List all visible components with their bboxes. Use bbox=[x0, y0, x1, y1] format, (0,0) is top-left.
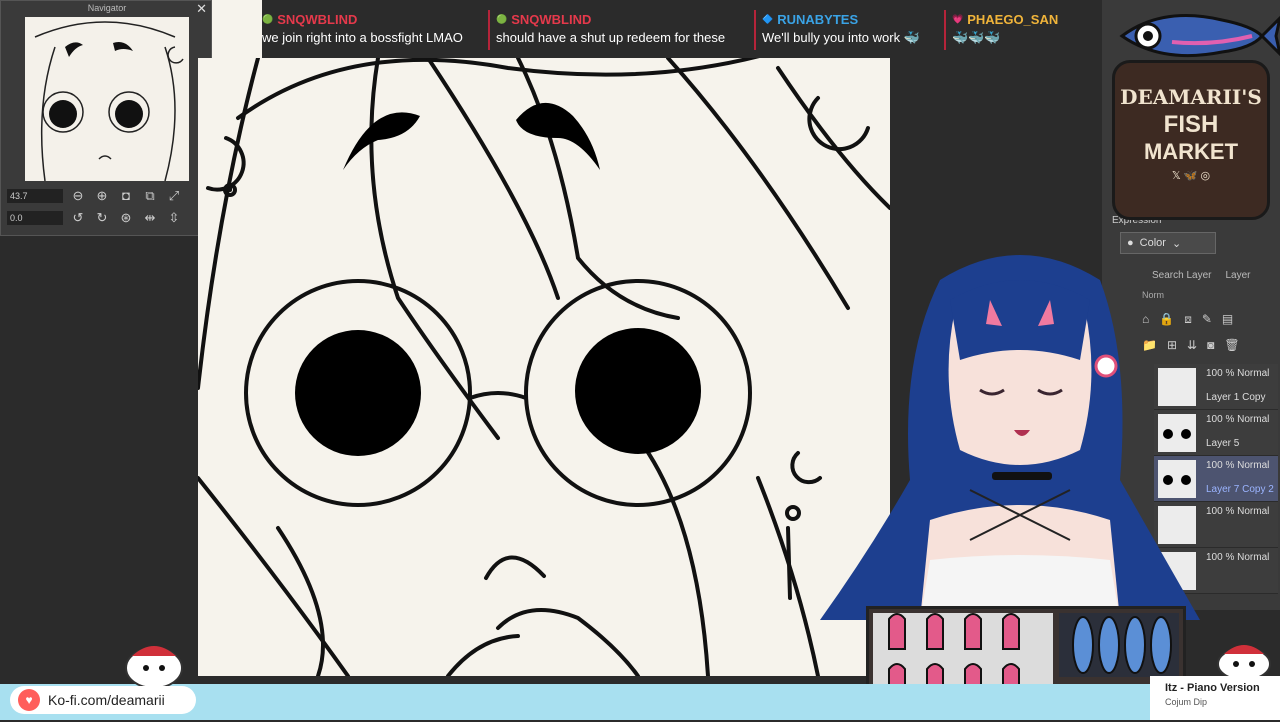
social-icons: 𝕏 🦋 ◎ bbox=[1171, 170, 1211, 182]
zoom-in-icon[interactable]: ⊕ bbox=[93, 187, 111, 205]
rotation-value[interactable]: 0.0 bbox=[7, 211, 63, 225]
fit-screen-icon[interactable]: ◘ bbox=[117, 187, 135, 205]
reset-rotation-icon[interactable]: ⊛ bbox=[117, 209, 135, 227]
chat-username: PHAEGO_SAN bbox=[967, 12, 1059, 27]
badge-icon: 🔷 bbox=[762, 14, 774, 24]
song-artist: Cojum Dip bbox=[1165, 697, 1208, 707]
chat-text: We'll bully you into work 🐳 bbox=[762, 30, 920, 45]
chat-message: 🟢 SNQWBLIND should have a shut up redeem … bbox=[488, 10, 754, 50]
navigator-title: Navigator bbox=[87, 3, 127, 13]
rotation-row: 0.0 ↺ ↻ ⊛ ⇹ ⇳ bbox=[7, 207, 207, 229]
close-icon[interactable]: ✕ bbox=[196, 1, 207, 17]
mascot-icon bbox=[118, 634, 194, 690]
zoom-value[interactable]: 43.7 bbox=[7, 189, 63, 203]
kofi-text: Ko-fi.com/deamarii bbox=[48, 692, 165, 708]
flip-horizontal-icon[interactable]: ⇹ bbox=[141, 209, 159, 227]
fit-window-icon[interactable]: ⤢ bbox=[165, 187, 183, 205]
rotate-right-icon[interactable]: ↻ bbox=[93, 209, 111, 227]
badge-icon: 💗 bbox=[952, 14, 964, 24]
rotate-left-icon[interactable]: ↺ bbox=[69, 209, 87, 227]
chat-username: SNQWBLIND bbox=[277, 12, 358, 27]
canvas-edge bbox=[212, 0, 262, 58]
song-title: Itz - Piano Version bbox=[1165, 682, 1260, 694]
kofi-link[interactable]: ♥ Ko-fi.com/deamarii bbox=[10, 686, 196, 714]
logo-line1: DEAMARII'S bbox=[1120, 85, 1262, 109]
chat-message: 💗 PHAEGO_SAN 🐳🐳🐳 bbox=[944, 10, 1090, 50]
chat-text: 🐳🐳🐳 bbox=[952, 30, 1001, 45]
chat-text: should have a shut up redeem for these bbox=[496, 30, 726, 45]
logo: DEAMARII'S FISH MARKET 𝕏 🦋 ◎ bbox=[1112, 60, 1270, 220]
chat-message: 🟢 SNQWBLIND we join right into a bossfigh… bbox=[262, 10, 488, 50]
vtuber-avatar bbox=[780, 220, 1260, 620]
mascot-icon bbox=[1208, 636, 1280, 681]
flip-vertical-icon[interactable]: ⇳ bbox=[165, 209, 183, 227]
chat-username: RUNABYTES bbox=[777, 12, 859, 27]
zoom-row: 43.7 ⊖ ⊕ ◘ ⧉ ⤢ bbox=[7, 185, 207, 207]
kofi-icon: ♥ bbox=[18, 689, 40, 711]
logo-line2: FISH bbox=[1163, 111, 1219, 138]
actual-size-icon[interactable]: ⧉ bbox=[141, 187, 159, 205]
navigator-thumbnail[interactable] bbox=[25, 17, 189, 181]
badge-icon: 🟢 bbox=[262, 14, 274, 24]
chat-username: SNQWBLIND bbox=[511, 12, 592, 27]
chat-message: 🔷 RUNABYTES We'll bully you into work 🐳 bbox=[754, 10, 944, 50]
now-playing: Itz - Piano Version Cojum Dip bbox=[1150, 676, 1280, 720]
badge-icon: 🟢 bbox=[496, 14, 508, 24]
navigator-panel: Navigator ✕ 43.7 ⊖ ⊕ ◘ ⧉ ⤢ 0.0 ↺ ↻ ⊛ ⇹ ⇳ bbox=[0, 0, 212, 236]
chat-text: we join right into a bossfight LMAO bbox=[262, 30, 463, 45]
logo-line3: MARKET bbox=[1143, 139, 1239, 164]
fish-icon bbox=[1112, 6, 1280, 66]
zoom-out-icon[interactable]: ⊖ bbox=[69, 187, 87, 205]
chat-overlay: 🟢 SNQWBLIND we join right into a bossfigh… bbox=[262, 10, 1090, 50]
